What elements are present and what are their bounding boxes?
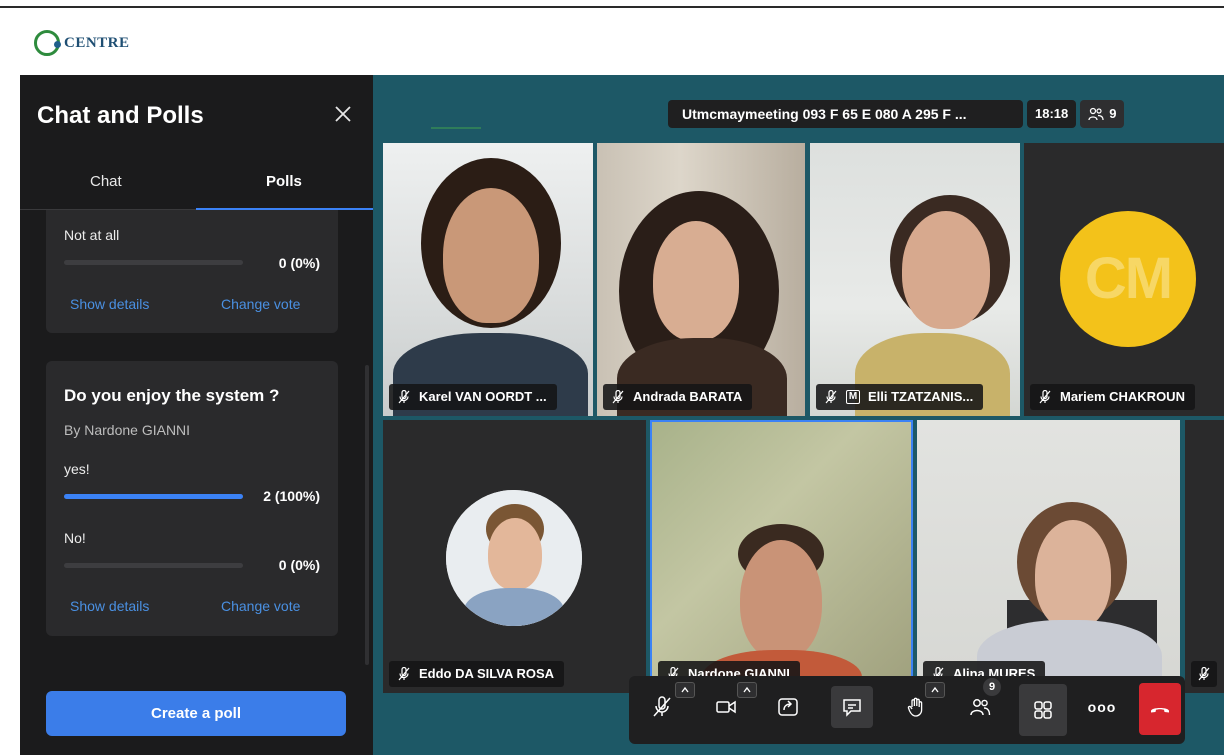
- chevron-up-icon: [681, 686, 689, 693]
- meeting-header: Utmcmaymeeting 093 F 65 E 080 A 295 F ..…: [668, 100, 1125, 128]
- poll-option-value: 0 (0%): [278, 255, 320, 271]
- participant-name: Eddo DA SILVA ROSA: [419, 666, 555, 681]
- video-tile[interactable]: Eddo DA SILVA ROSA: [383, 420, 646, 693]
- meeting-area: Utmcmaymeeting 093 F 65 E 080 A 295 F ..…: [373, 75, 1224, 755]
- more-icon: ooo: [1087, 699, 1117, 715]
- people-icon: [1088, 107, 1104, 121]
- chevron-up-icon: [743, 686, 751, 693]
- participant-name: Karel VAN OORDT ...: [419, 389, 547, 404]
- participant-nametag: M Elli TZATZANIS...: [816, 384, 984, 410]
- share-screen-icon: [778, 698, 798, 716]
- background-logo: [431, 127, 481, 129]
- mic-off-icon: [398, 667, 410, 681]
- poll-option-bar: [64, 260, 243, 265]
- poll-question: Do you enjoy the system ?: [64, 386, 280, 405]
- chat-and-polls-panel: Chat and Polls Chat Polls Not at all 0 (…: [20, 75, 373, 755]
- avatar-initials: CM: [1084, 246, 1173, 311]
- active-speaker-tile[interactable]: Nardone GIANNI: [650, 420, 913, 695]
- avatar: CM: [1060, 211, 1196, 347]
- change-vote-link[interactable]: Change vote: [221, 296, 300, 312]
- video-tile[interactable]: M Elli TZATZANIS...: [810, 143, 1020, 416]
- mi-centre-logo: CENTRE: [34, 30, 130, 56]
- avatar: [446, 490, 582, 626]
- mic-off-icon: [398, 390, 410, 404]
- chat-icon: [843, 699, 861, 717]
- poll-option-label: yes!: [64, 461, 90, 477]
- video-tile-partial[interactable]: [1185, 420, 1224, 693]
- poll-author: By Nardone GIANNI: [64, 422, 191, 438]
- chevron-up-icon: [931, 686, 939, 693]
- top-border: [0, 6, 1224, 8]
- poll-option-bar: [64, 563, 243, 568]
- participant-name: Andrada BARATA: [633, 389, 743, 404]
- change-vote-link[interactable]: Change vote: [221, 598, 300, 614]
- moderator-badge: M: [846, 390, 860, 404]
- more-options-button[interactable]: ooo: [1081, 686, 1123, 728]
- participant-name: Elli TZATZANIS...: [868, 389, 974, 404]
- create-poll-button[interactable]: Create a poll: [46, 691, 346, 736]
- show-details-link[interactable]: Show details: [70, 598, 149, 614]
- phone-hangup-icon: [1151, 708, 1169, 713]
- participant-nametag: Mariem CHAKROUN: [1030, 384, 1195, 410]
- share-screen-button[interactable]: [767, 686, 809, 728]
- logo-mark: [34, 30, 61, 56]
- video-camera-icon: [716, 700, 736, 714]
- mic-off-icon: [1039, 390, 1051, 404]
- meeting-toolbar: 9 ooo: [629, 676, 1185, 744]
- mic-options-caret[interactable]: [675, 682, 695, 698]
- panel-tabs: Chat Polls: [20, 158, 373, 210]
- microphone-button[interactable]: [641, 682, 695, 728]
- video-tile[interactable]: CM Mariem CHAKROUN: [1024, 143, 1224, 416]
- participant-nametag: Eddo DA SILVA ROSA: [389, 661, 565, 687]
- reactions-caret[interactable]: [925, 682, 945, 698]
- grid-view-icon: [1034, 701, 1052, 719]
- panel-title: Chat and Polls: [37, 102, 204, 129]
- mic-off-icon: [825, 390, 837, 404]
- poll-card: Not at all 0 (0%) Show details Change vo…: [46, 210, 338, 333]
- poll-option-value: 0 (0%): [278, 557, 320, 573]
- close-icon[interactable]: [332, 103, 354, 125]
- show-details-link[interactable]: Show details: [70, 296, 149, 312]
- video-tile[interactable]: Andrada BARATA: [597, 143, 805, 416]
- poll-option-bar: [64, 494, 243, 499]
- participants-button[interactable]: 9: [959, 678, 1001, 728]
- raise-hand-button[interactable]: [895, 682, 945, 728]
- participant-count-button[interactable]: 9: [1080, 100, 1125, 128]
- participant-count: 9: [1109, 106, 1117, 121]
- mic-off-icon: [612, 390, 624, 404]
- participant-nametag: Andrada BARATA: [603, 384, 753, 410]
- camera-options-caret[interactable]: [737, 682, 757, 698]
- participant-name: Mariem CHAKROUN: [1060, 389, 1185, 404]
- people-icon: [970, 699, 991, 716]
- video-tile[interactable]: Karel VAN OORDT ...: [383, 143, 593, 416]
- logo-text: CENTRE: [64, 34, 130, 51]
- mic-off-icon: [1198, 667, 1210, 681]
- tile-view-button[interactable]: [1019, 684, 1067, 736]
- meeting-title[interactable]: Utmcmaymeeting 093 F 65 E 080 A 295 F ..…: [668, 100, 1023, 128]
- participant-nametag: [1191, 661, 1217, 687]
- panel-scrollbar[interactable]: [365, 365, 369, 665]
- participants-badge: 9: [983, 678, 1001, 696]
- poll-option-label: Not at all: [64, 227, 120, 243]
- hang-up-button[interactable]: [1139, 683, 1181, 735]
- chat-button[interactable]: [831, 686, 873, 728]
- participant-nametag: Karel VAN OORDT ...: [389, 384, 557, 410]
- poll-option-label: No!: [64, 530, 86, 546]
- tab-polls[interactable]: Polls: [266, 173, 302, 190]
- mic-off-icon: [653, 696, 671, 717]
- meeting-timer: 18:18: [1027, 100, 1077, 128]
- tab-chat[interactable]: Chat: [90, 173, 122, 190]
- raise-hand-icon: [907, 697, 923, 717]
- poll-option-value: 2 (100%): [263, 488, 320, 504]
- camera-button[interactable]: [705, 682, 757, 728]
- poll-card: Do you enjoy the system ? By Nardone GIA…: [46, 361, 338, 636]
- video-tile[interactable]: Alina MURES: [917, 420, 1180, 693]
